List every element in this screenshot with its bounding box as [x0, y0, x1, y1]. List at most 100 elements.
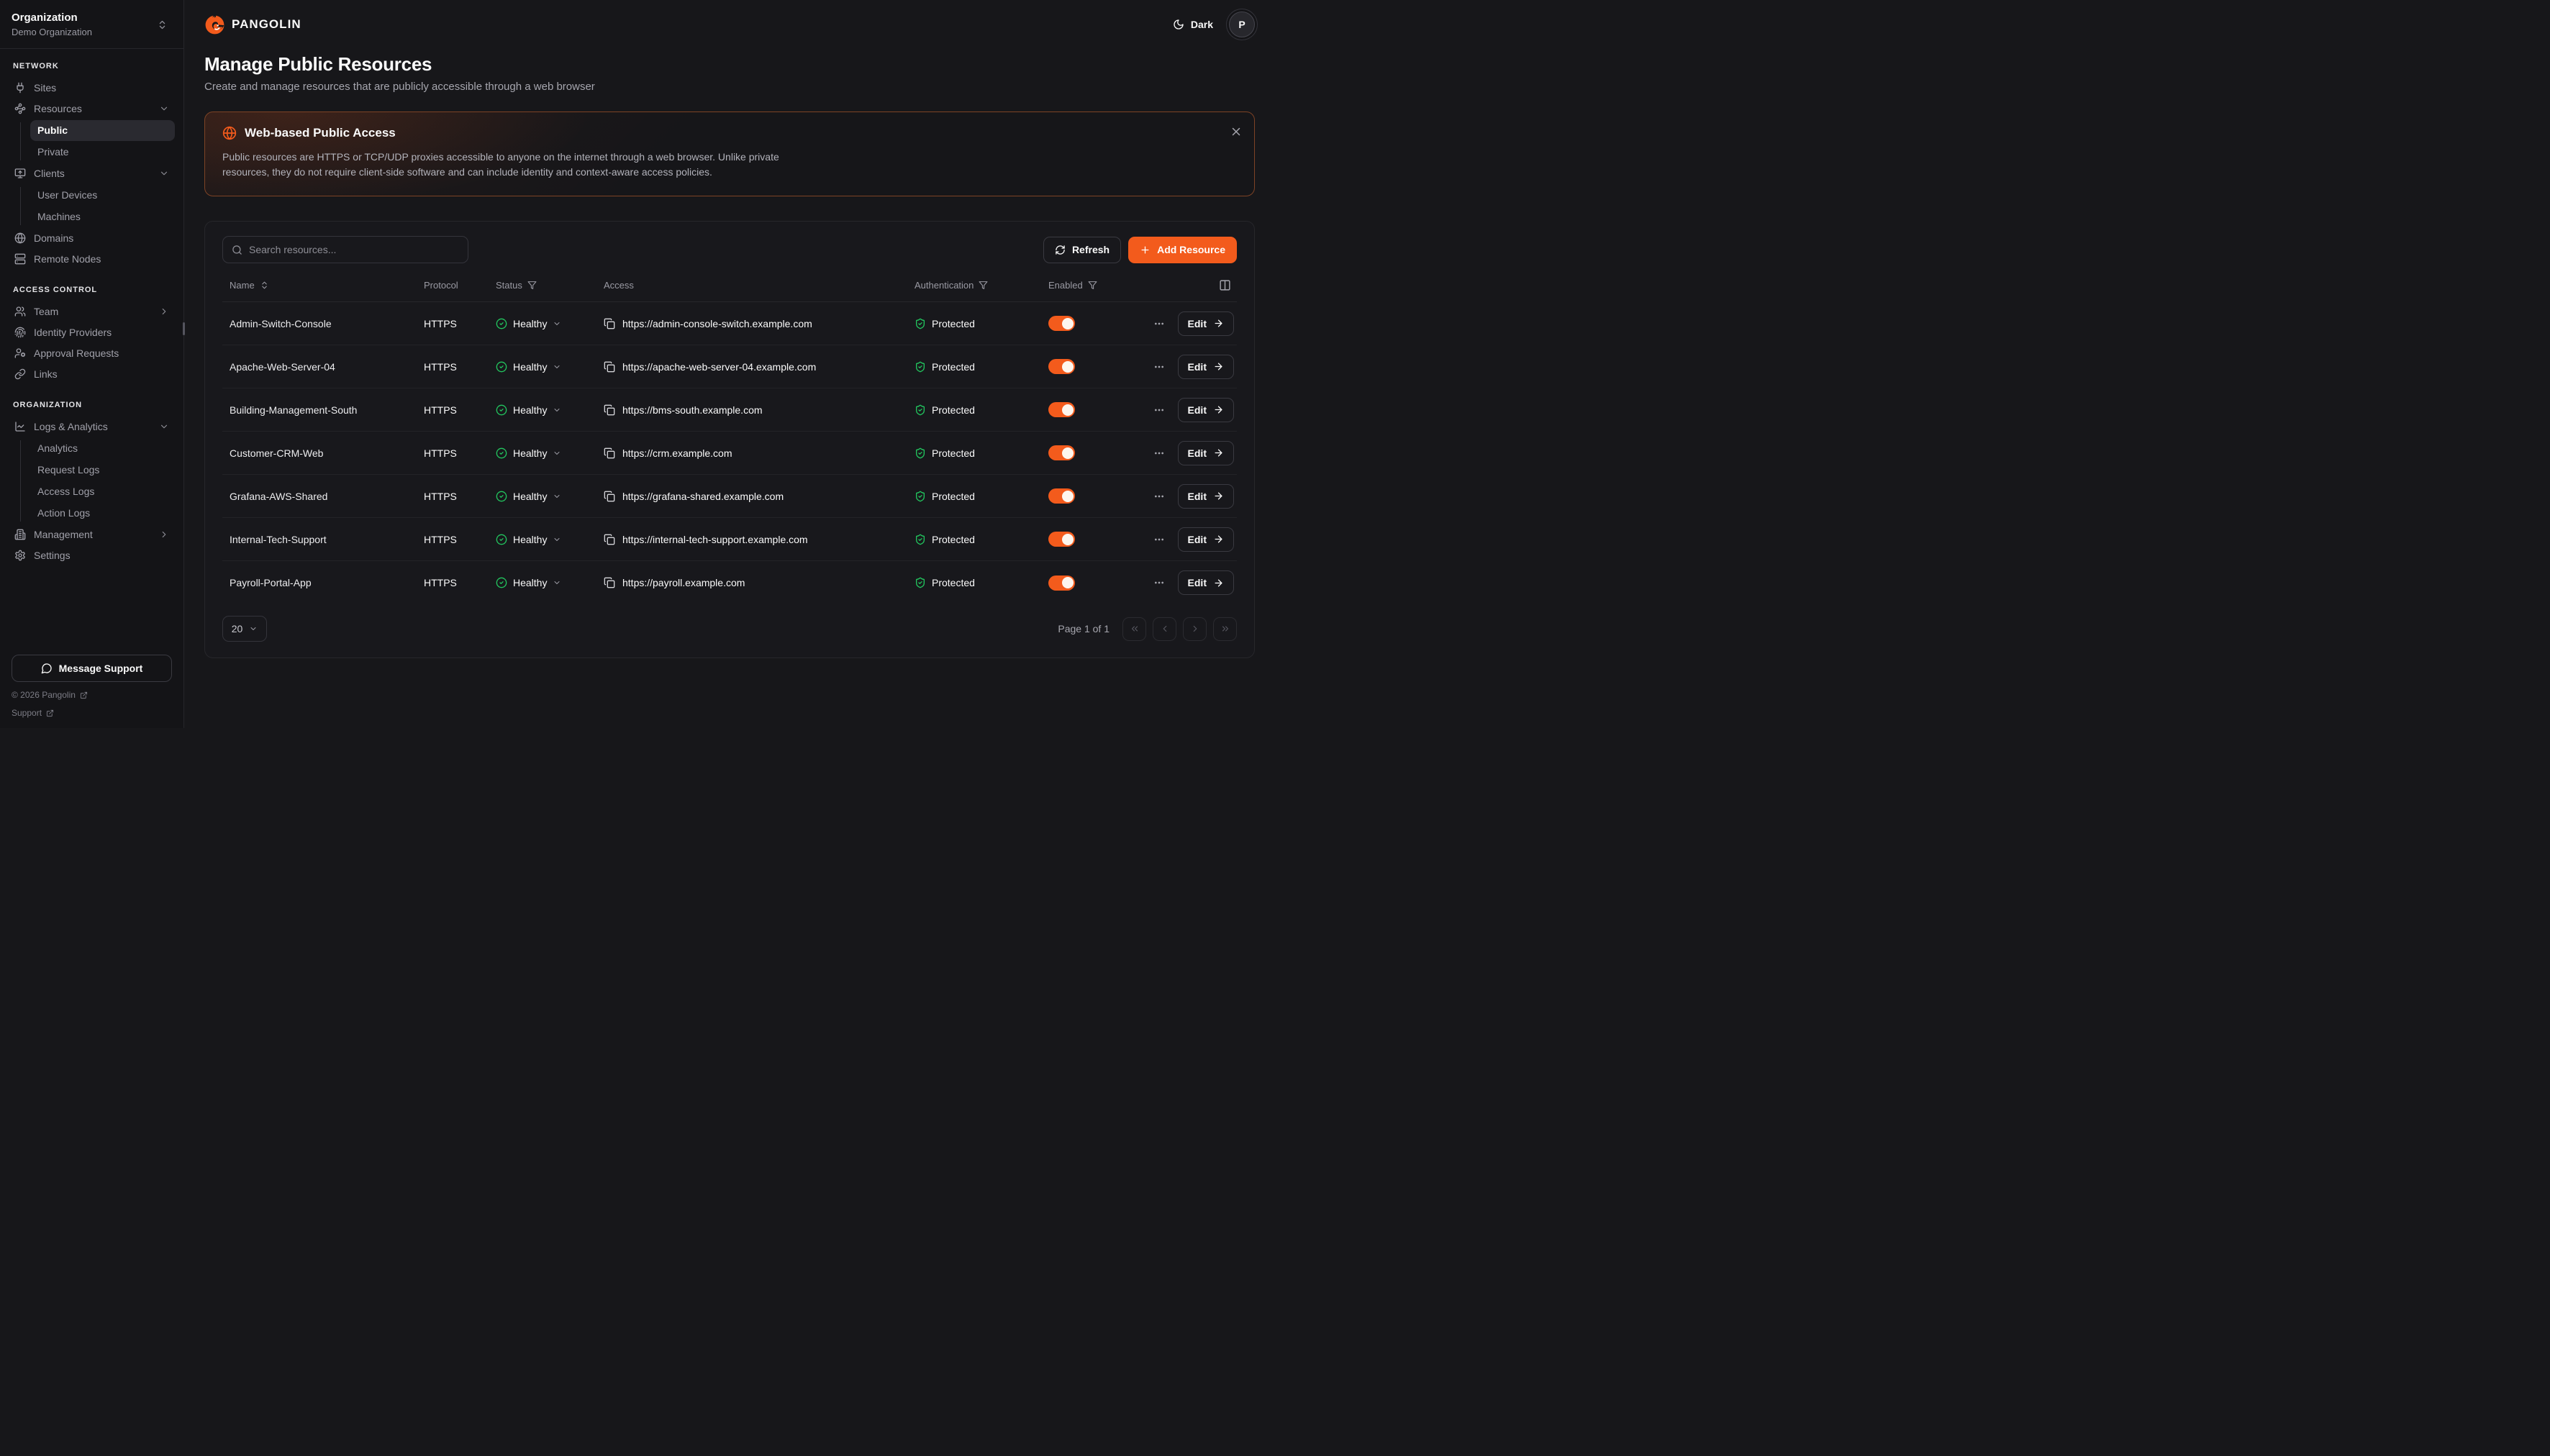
first-page-button[interactable] — [1122, 617, 1146, 641]
enabled-toggle[interactable] — [1048, 316, 1075, 331]
theme-label: Dark — [1191, 19, 1213, 30]
row-menu-button[interactable] — [1152, 446, 1166, 460]
sidebar-item-user-devices[interactable]: User Devices — [30, 185, 175, 206]
copyright-text: © 2026 Pangolin — [12, 690, 76, 700]
enabled-toggle[interactable] — [1048, 359, 1075, 374]
enabled-toggle[interactable] — [1048, 488, 1075, 504]
column-header-name[interactable]: Name — [222, 280, 417, 291]
copy-url-button[interactable] — [604, 404, 615, 416]
edit-button[interactable]: Edit — [1178, 570, 1234, 595]
resource-url[interactable]: https://payroll.example.com — [622, 577, 745, 588]
sort-icon — [260, 281, 269, 290]
edit-button[interactable]: Edit — [1178, 527, 1234, 552]
column-header-authentication[interactable]: Authentication — [907, 280, 1041, 291]
row-menu-button[interactable] — [1152, 360, 1166, 374]
copy-url-button[interactable] — [604, 361, 615, 373]
resource-url[interactable]: https://apache-web-server-04.example.com — [622, 361, 816, 373]
banner-close-button[interactable] — [1228, 124, 1241, 137]
sidebar-item-analytics[interactable]: Analytics — [30, 438, 175, 459]
copy-url-button[interactable] — [604, 318, 615, 329]
resource-url[interactable]: https://grafana-shared.example.com — [622, 491, 784, 502]
status-dropdown[interactable]: Healthy — [496, 491, 561, 502]
status-dropdown[interactable]: Healthy — [496, 404, 561, 416]
last-page-button[interactable] — [1213, 617, 1237, 641]
external-link-icon — [80, 691, 88, 699]
table-toolbar: Refresh Add Resource — [222, 236, 1237, 263]
chevron-down-icon — [553, 449, 561, 458]
sidebar-item-resources[interactable]: Resources — [9, 99, 175, 119]
copyright-link[interactable]: © 2026 Pangolin — [12, 690, 88, 700]
enabled-toggle[interactable] — [1048, 532, 1075, 547]
sidebar-item-approval-requests[interactable]: Approval Requests — [9, 343, 175, 364]
search-input[interactable] — [249, 244, 459, 255]
sidebar-item-links[interactable]: Links — [9, 364, 175, 385]
support-link-text: Support — [12, 708, 42, 718]
sidebar-resize-handle[interactable] — [183, 322, 185, 335]
sidebar-item-request-logs[interactable]: Request Logs — [30, 460, 175, 481]
row-menu-button[interactable] — [1152, 317, 1166, 331]
enabled-toggle[interactable] — [1048, 402, 1075, 417]
message-support-button[interactable]: Message Support — [12, 655, 172, 682]
edit-button[interactable]: Edit — [1178, 484, 1234, 509]
enabled-toggle[interactable] — [1048, 575, 1075, 591]
resource-url[interactable]: https://bms-south.example.com — [622, 404, 763, 416]
nav-section-title: ORGANIZATION — [9, 401, 175, 409]
edit-button[interactable]: Edit — [1178, 355, 1234, 379]
resource-url[interactable]: https://internal-tech-support.example.co… — [622, 534, 808, 545]
sidebar-item-management[interactable]: Management — [9, 524, 175, 545]
column-header-enabled[interactable]: Enabled — [1041, 280, 1127, 291]
resource-url[interactable]: https://admin-console-switch.example.com — [622, 318, 812, 329]
previous-page-button[interactable] — [1153, 617, 1176, 641]
sidebar-item-machines[interactable]: Machines — [30, 206, 175, 227]
user-avatar[interactable]: P — [1229, 12, 1255, 37]
brand[interactable]: PANGOLIN — [204, 14, 301, 35]
status-dropdown[interactable]: Healthy — [496, 318, 561, 329]
row-menu-button[interactable] — [1152, 489, 1166, 504]
support-link[interactable]: Support — [12, 708, 54, 718]
copy-url-button[interactable] — [604, 534, 615, 545]
auth-badge: Protected — [915, 491, 975, 502]
status-dropdown[interactable]: Healthy — [496, 577, 561, 588]
edit-button[interactable]: Edit — [1178, 398, 1234, 422]
enabled-toggle[interactable] — [1048, 445, 1075, 460]
sidebar-item-private[interactable]: Private — [30, 142, 175, 163]
auth-badge: Protected — [915, 361, 975, 373]
edit-button[interactable]: Edit — [1178, 441, 1234, 465]
add-resource-button[interactable]: Add Resource — [1128, 237, 1237, 263]
sidebar: Organization Demo Organization NETWORKSi… — [0, 0, 184, 728]
page-size-select[interactable]: 20 — [222, 616, 267, 642]
copy-url-button[interactable] — [604, 577, 615, 588]
sidebar-item-remote-nodes[interactable]: Remote Nodes — [9, 249, 175, 270]
table-row: Apache-Web-Server-04 HTTPS Healthy https… — [222, 345, 1237, 388]
status-dropdown[interactable]: Healthy — [496, 447, 561, 459]
sidebar-item-logs-analytics[interactable]: Logs & Analytics — [9, 417, 175, 437]
sidebar-item-access-logs[interactable]: Access Logs — [30, 481, 175, 502]
waypoints-icon — [14, 103, 26, 114]
row-menu-button[interactable] — [1152, 575, 1166, 590]
sidebar-item-sites[interactable]: Sites — [9, 78, 175, 99]
column-header-status[interactable]: Status — [489, 280, 596, 291]
edit-button[interactable]: Edit — [1178, 311, 1234, 336]
refresh-button[interactable]: Refresh — [1043, 237, 1121, 263]
sidebar-item-settings[interactable]: Settings — [9, 545, 175, 566]
status-dropdown[interactable]: Healthy — [496, 534, 561, 545]
sidebar-item-action-logs[interactable]: Action Logs — [30, 503, 175, 524]
sidebar-item-identity-providers[interactable]: Identity Providers — [9, 322, 175, 343]
row-menu-button[interactable] — [1152, 532, 1166, 547]
sidebar-item-team[interactable]: Team — [9, 301, 175, 322]
sidebar-item-public[interactable]: Public — [30, 120, 175, 141]
sidebar-item-domains[interactable]: Domains — [9, 228, 175, 249]
copy-icon — [604, 404, 615, 416]
row-menu-button[interactable] — [1152, 403, 1166, 417]
theme-toggle[interactable]: Dark — [1173, 19, 1213, 30]
org-switcher[interactable]: Organization Demo Organization — [0, 0, 183, 49]
copy-url-button[interactable] — [604, 491, 615, 502]
resource-url[interactable]: https://crm.example.com — [622, 447, 732, 459]
sidebar-item-clients[interactable]: Clients — [9, 163, 175, 184]
next-page-button[interactable] — [1183, 617, 1207, 641]
column-visibility-button[interactable] — [1217, 278, 1233, 293]
status-dropdown[interactable]: Healthy — [496, 361, 561, 373]
page-indicator: Page 1 of 1 — [1058, 623, 1110, 634]
copy-url-button[interactable] — [604, 447, 615, 459]
page-title: Manage Public Resources — [204, 53, 1255, 76]
